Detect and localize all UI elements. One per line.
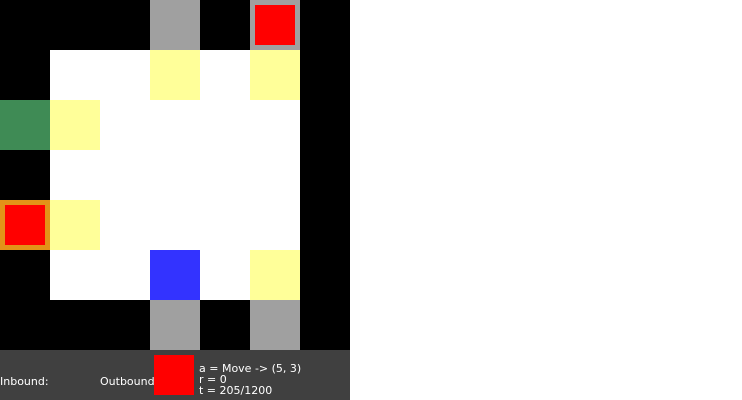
wall-cell — [300, 50, 350, 100]
floor-cell — [150, 200, 200, 250]
wall-cell — [300, 100, 350, 150]
pad-cell — [250, 250, 300, 300]
floor-cell — [100, 50, 150, 100]
wall-cell — [300, 200, 350, 250]
floor-cell — [100, 200, 150, 250]
outbound-package-swatch — [154, 355, 194, 395]
wall-cell — [100, 300, 150, 350]
floor-cell — [250, 200, 300, 250]
floor-cell — [200, 50, 250, 100]
pad-cell — [50, 200, 100, 250]
floor-cell — [100, 250, 150, 300]
status-bar: Inbound: Outbound: a = Move -> (5, 3) r … — [0, 350, 350, 400]
floor-cell — [50, 250, 100, 300]
floor-cell — [250, 100, 300, 150]
floor-cell — [100, 150, 150, 200]
warehouse-grid — [0, 0, 350, 350]
wall-cell — [0, 300, 50, 350]
wall-cell — [200, 0, 250, 50]
wall-cell — [0, 0, 50, 50]
package-box — [255, 5, 295, 45]
wall-cell — [50, 300, 100, 350]
robot-cell — [150, 250, 200, 300]
wall-cell — [200, 300, 250, 350]
wall-cell — [0, 150, 50, 200]
floor-cell — [200, 200, 250, 250]
floor-cell — [200, 150, 250, 200]
outbound-label: Outbound: — [100, 375, 159, 388]
wall-cell — [0, 50, 50, 100]
inbound-label: Inbound: — [0, 375, 49, 388]
floor-cell — [150, 100, 200, 150]
wall-cell — [300, 150, 350, 200]
goal-cell — [0, 100, 50, 150]
time-text: t = 205/1200 — [199, 384, 273, 397]
port-cell — [150, 0, 200, 50]
pad-cell — [150, 50, 200, 100]
wall-cell — [100, 0, 150, 50]
pad-cell — [50, 100, 100, 150]
step-info: a = Move -> (5, 3) r = 0 t = 205/1200 — [199, 363, 301, 396]
port-cell — [150, 300, 200, 350]
floor-cell — [50, 50, 100, 100]
floor-cell — [50, 150, 100, 200]
package-box — [5, 205, 45, 245]
floor-cell — [250, 150, 300, 200]
floor-cell — [100, 100, 150, 150]
wall-cell — [0, 250, 50, 300]
pad-cell — [250, 50, 300, 100]
wall-cell — [300, 250, 350, 300]
floor-cell — [200, 250, 250, 300]
wall-cell — [300, 0, 350, 50]
floor-cell — [200, 100, 250, 150]
floor-cell — [150, 150, 200, 200]
port-cell — [250, 300, 300, 350]
wall-cell — [300, 300, 350, 350]
wall-cell — [50, 0, 100, 50]
